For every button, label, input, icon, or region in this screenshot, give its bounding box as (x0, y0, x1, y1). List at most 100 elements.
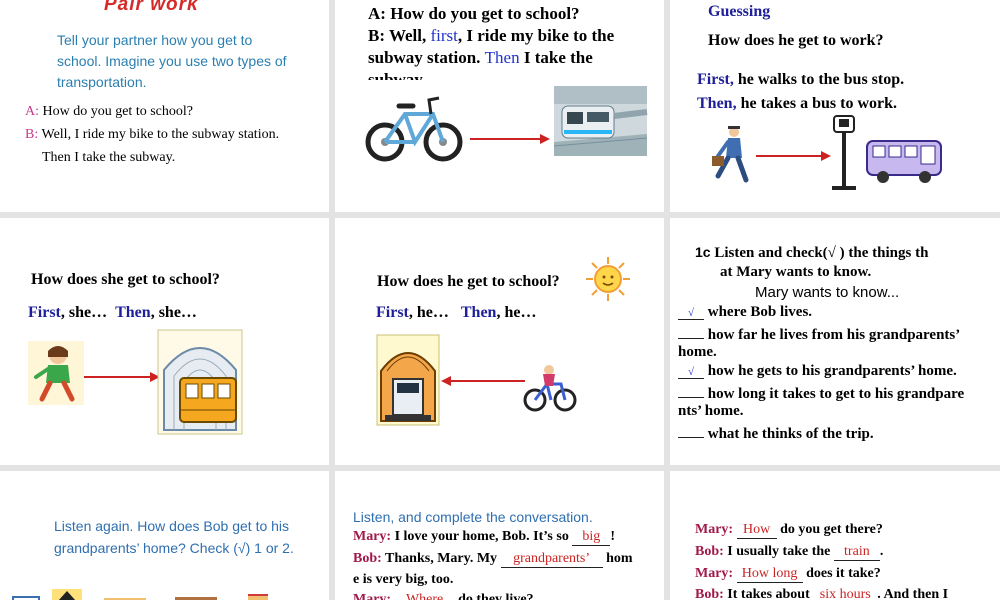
item-text: how far he lives from his grandparents’ (707, 327, 961, 343)
keyword-first: First (28, 304, 61, 321)
dialogue-line: Mary: Where do they live? (353, 592, 534, 600)
title-text: Listen and check(√ ) the things th (714, 245, 929, 261)
check-blank[interactable] (678, 383, 704, 398)
title-text: at Mary wants to know. (720, 264, 872, 280)
answer-text: he walks to the bus stop. (737, 71, 905, 88)
dialogue-line: Mary: How do you get there? (695, 522, 883, 539)
subway-train-image (553, 86, 648, 156)
dialogue-text: do you get there? (780, 522, 883, 537)
dialogue-line: Bob: Thanks, Mary. My grandparents’ hom (353, 551, 633, 568)
slide-title: Listen, and complete the conversation. (353, 509, 593, 525)
check-item: what he thinks of the trip. (678, 423, 874, 443)
answer-blank[interactable]: Where (395, 592, 455, 600)
speaker-label: B: (25, 127, 39, 142)
dialogue-text: I love your home, Bob. It’s so (394, 529, 569, 544)
dialogue-line: Mary: How long does it take? (695, 566, 881, 583)
keyword-then: Then (115, 304, 151, 321)
check-item: √ where Bob lives. (678, 304, 812, 321)
dialogue-a: A: How do you get to school? (25, 104, 193, 120)
dialogue-line: Mary: I love your home, Bob. It’s so big… (353, 529, 615, 546)
slide-title: Pair work (104, 0, 199, 15)
check-blank[interactable]: √ (678, 366, 704, 379)
subtitle: Mary wants to know... (755, 284, 900, 301)
check-blank[interactable]: √ (678, 307, 704, 320)
bus-icon (866, 140, 942, 183)
instruction-line: school. Imagine you use two types of (57, 53, 287, 69)
slide-she-school[interactable]: How does she get to school? First, she… … (0, 218, 329, 465)
answer-blank[interactable]: How (736, 522, 777, 539)
exercise-tag: 1c (695, 244, 711, 260)
speaker-label: Bob: (353, 551, 382, 566)
dialogue-text: B: Well, (368, 26, 427, 45)
bicycle-icon (365, 96, 463, 162)
slide-he-school[interactable]: How does he get to school? First, he… Th… (335, 218, 664, 465)
check-item: how far he lives from his grandparents’ (678, 324, 960, 344)
dialogue-text: does it take? (806, 566, 881, 581)
walking-girl-icon (28, 341, 84, 405)
slide-1c-listen-check[interactable]: 1c Listen and check(√ ) the things th at… (670, 218, 1000, 465)
check-item: how long it takes to get to his grandpar… (678, 383, 964, 403)
keyword-first: First (376, 304, 409, 321)
house-icon (52, 589, 82, 600)
check-blank[interactable] (678, 324, 704, 339)
sun-icon (586, 257, 630, 301)
exercise-title: 1c Listen and check(√ ) the things th (695, 244, 928, 262)
walking-man-icon (712, 126, 749, 183)
checkbox[interactable] (12, 596, 40, 600)
dialogue-line: subway. (368, 70, 427, 80)
train-station-icon (376, 334, 440, 426)
arrow-icon (470, 134, 550, 144)
speaker-label: A: (25, 104, 39, 119)
slide-conversation-answers[interactable]: Mary: How do you get there? Bob: I usual… (670, 471, 1000, 600)
dialogue-line: Bob: I usually take the train. (695, 544, 883, 561)
slide-listen-again[interactable]: Listen again. How does Bob get to his gr… (0, 471, 329, 600)
dialogue-text: Thanks, Mary. My (385, 551, 498, 566)
answer-blank[interactable]: grandparents’ (500, 551, 603, 568)
dialogue-text: e is very big, too. (353, 572, 454, 587)
dialogue-text: How do you get to school? (42, 104, 193, 119)
dialogue-line: A: How do you get to school? (368, 4, 580, 23)
answer-blank[interactable]: train (833, 544, 880, 561)
dialogue-text: do they live? (458, 592, 534, 600)
answer-blank[interactable]: big (572, 529, 611, 546)
slide-pair-work[interactable]: Pair work Tell your partner how you get … (0, 0, 329, 212)
dialogue-text: . And then I (877, 587, 949, 600)
dialogue-line: Bob: It takes about six hours. And then … (695, 587, 948, 600)
item-text: what he thinks of the trip. (707, 426, 874, 442)
keyword-first: First, (697, 71, 734, 88)
slide-bike-subway[interactable]: A: How do you get to school? B: Well, fi… (335, 0, 664, 212)
dialogue-text: Then I take the subway. (42, 150, 176, 165)
speaker-label: Mary: (695, 566, 734, 581)
dialogue-b: B: Well, I ride my bike to the subway st… (25, 127, 279, 143)
answer-first: First, he walks to the bus stop. (697, 71, 904, 89)
item-text: where Bob lives. (707, 304, 813, 320)
question: How does he get to school? (377, 273, 560, 290)
cyclist-icon (523, 365, 577, 412)
answer-text: , she… (60, 304, 108, 321)
slide-title: Guessing (708, 3, 771, 20)
answer-text: he takes a bus to work. (740, 95, 898, 112)
dialogue-text: subway station. (368, 48, 481, 67)
dialogue-text: , I ride my bike to the (457, 26, 615, 45)
keyword-then: Then (460, 304, 497, 321)
slide-complete-conversation[interactable]: Listen, and complete the conversation. M… (335, 471, 664, 600)
dialogue-text: Well, I ride my bike to the subway stati… (41, 127, 280, 142)
answer-blank[interactable]: How long (736, 566, 803, 583)
arrow-icon (756, 151, 831, 161)
picture-thumbnail (248, 594, 268, 600)
answer-prompt: First, she… Then, she… (28, 304, 197, 322)
dialogue-text: ! (610, 529, 615, 544)
answer-then: Then, he takes a bus to work. (697, 95, 897, 113)
question: How does she get to school? (31, 271, 220, 288)
item-text-continued: home. (678, 344, 717, 360)
instruction-line: transportation. (57, 74, 147, 90)
slide-guessing[interactable]: Guessing How does he get to work? First,… (670, 0, 1000, 212)
keyword-first: first (430, 26, 458, 45)
answer-blank[interactable]: six hours (813, 587, 877, 600)
arrow-icon (441, 376, 525, 386)
dialogue-text: I usually take the (727, 544, 831, 559)
check-blank[interactable] (678, 423, 704, 438)
answer-text: , he… (408, 304, 449, 321)
answer-prompt: First, he… Then, he… (376, 304, 536, 322)
speaker-label: Mary: (353, 592, 392, 600)
